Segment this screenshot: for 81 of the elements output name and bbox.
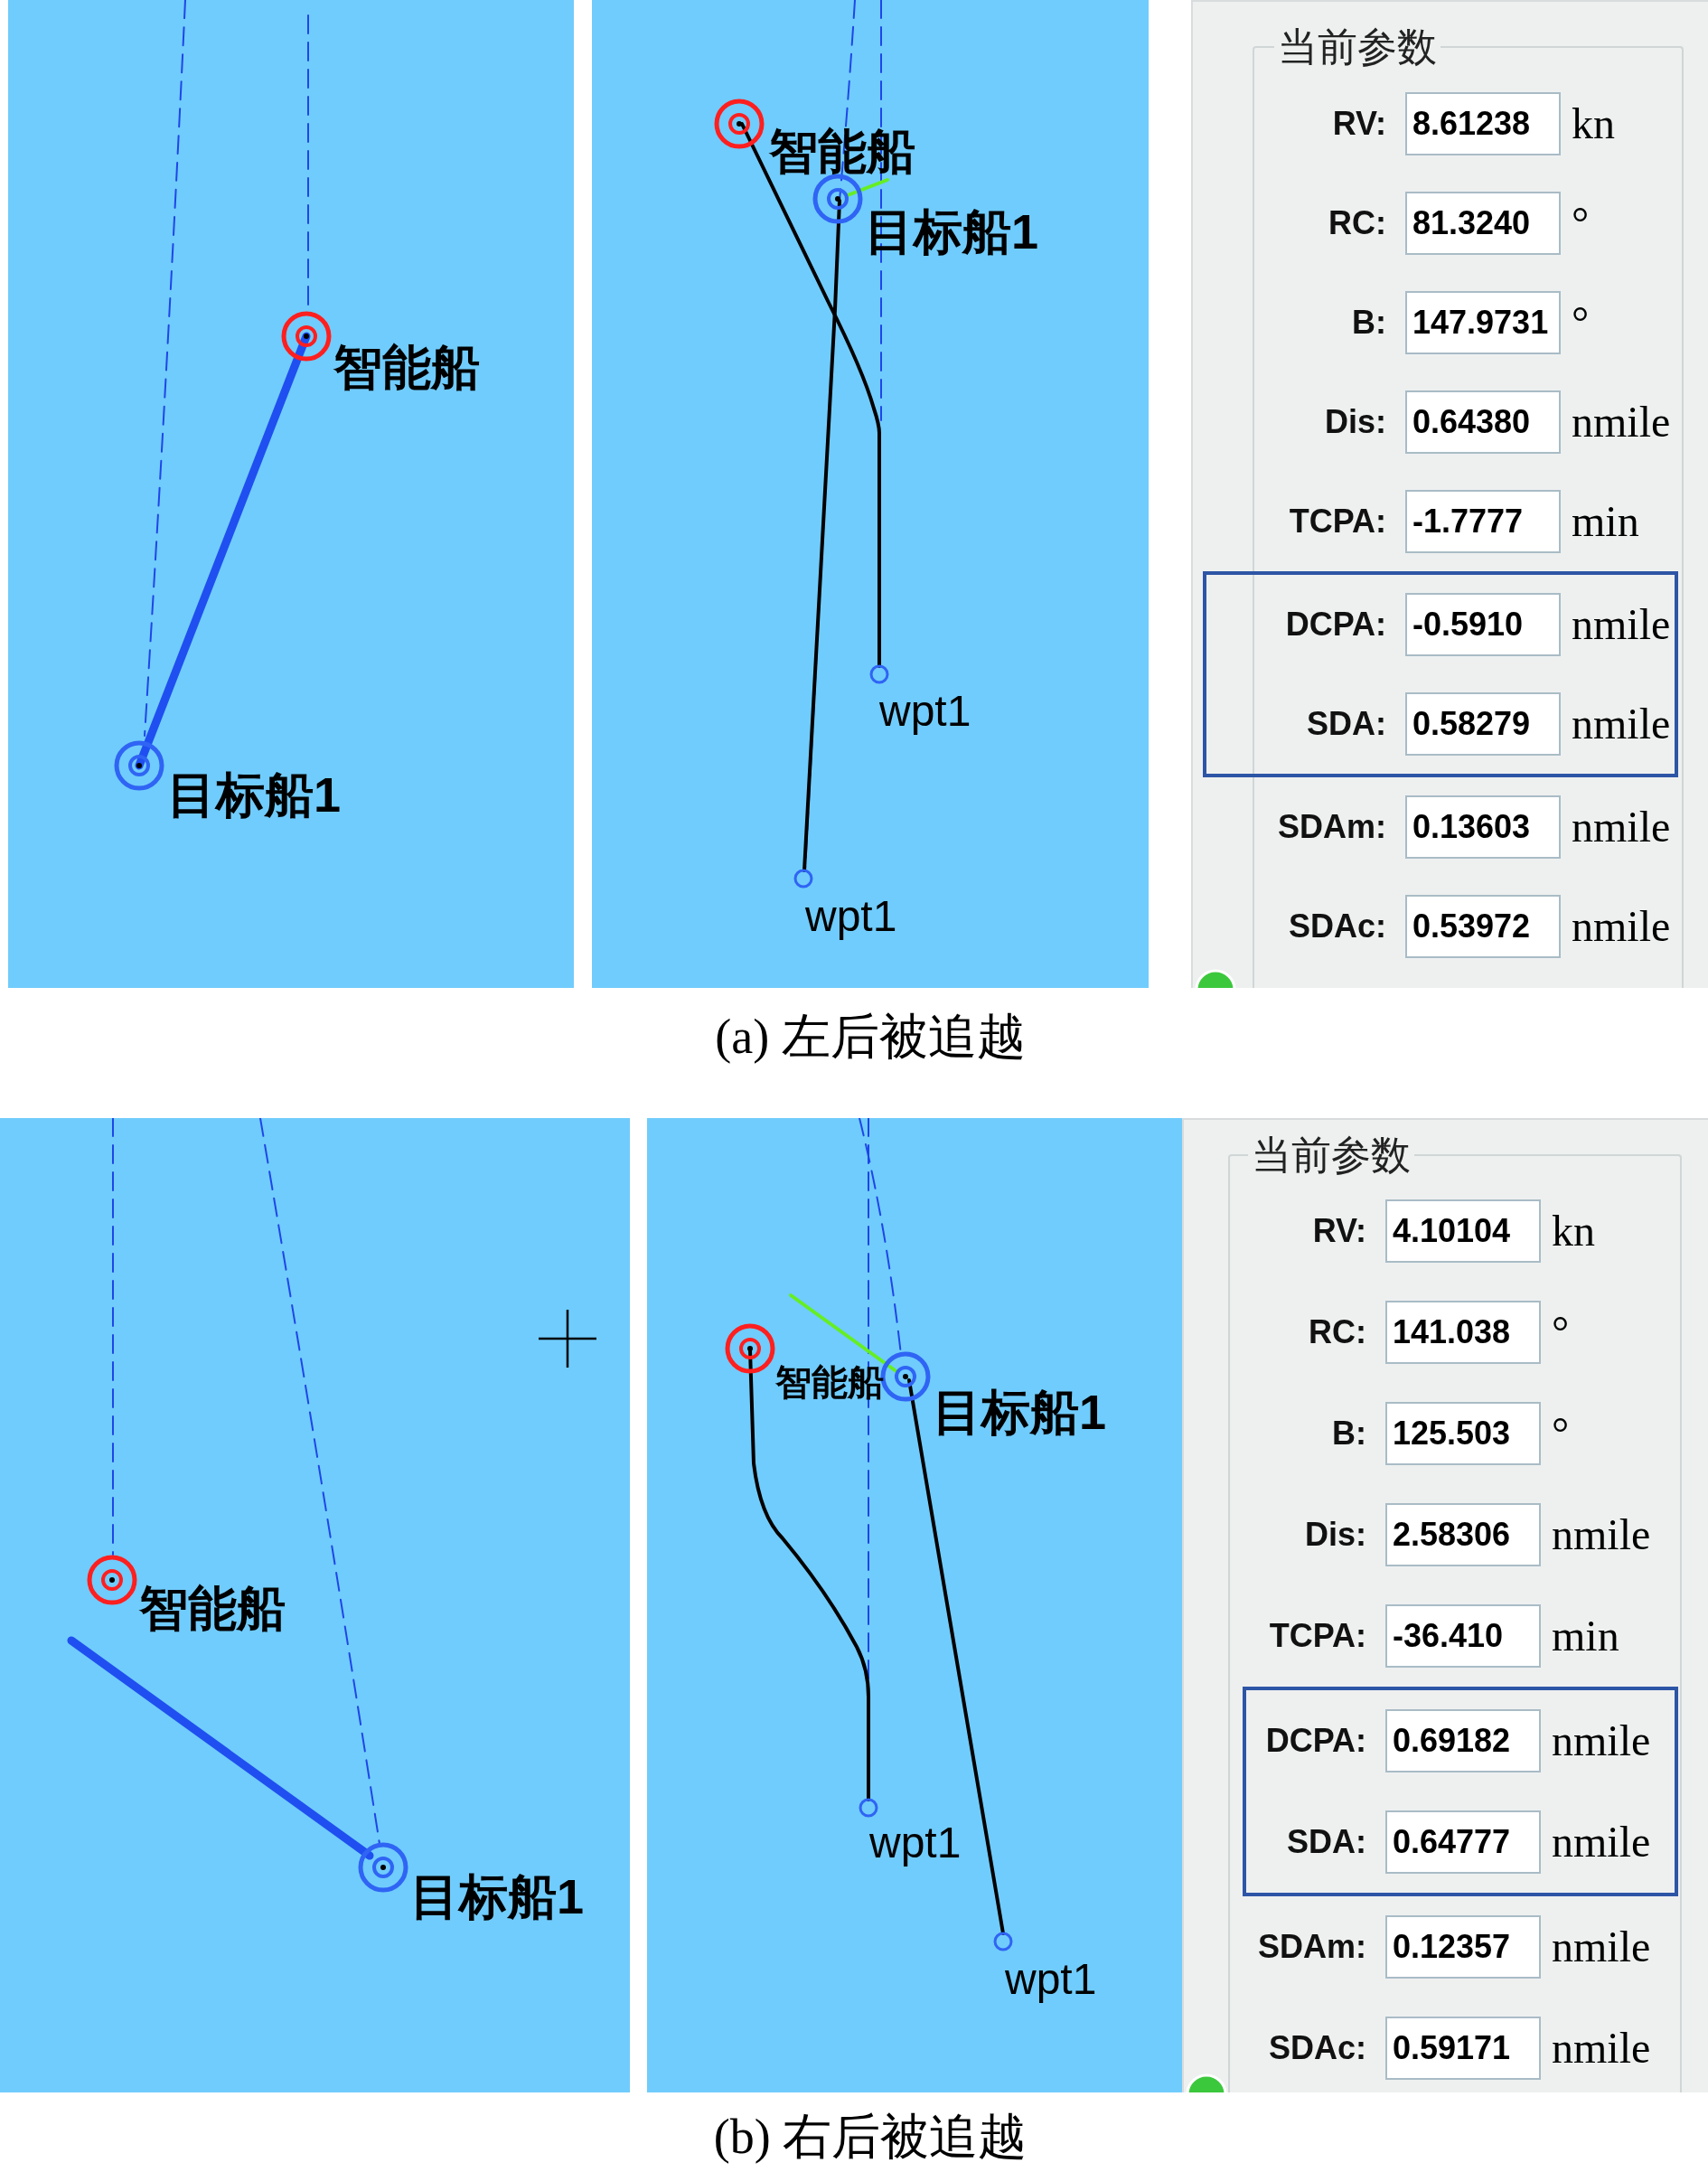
parameter-label: Dis:	[1324, 406, 1386, 438]
unit-label: nmile	[1552, 2026, 1651, 2070]
group-title: 当前参数	[1251, 1135, 1412, 1175]
parameter-label: DCPA:	[1264, 1725, 1366, 1757]
ring-marker-icon	[714, 99, 765, 149]
waypoint-label: wpt1	[805, 895, 897, 938]
crosshair-icon	[539, 1310, 596, 1368]
parameter-label: SDAc:	[1267, 2032, 1366, 2064]
value-field[interactable]: 2.58306	[1385, 1503, 1541, 1566]
unit-label: min	[1552, 1614, 1619, 1658]
ring-marker-icon	[87, 1555, 137, 1605]
parameter-label: B:	[1351, 306, 1386, 339]
ship-label: 目标船1	[933, 1387, 1107, 1436]
value-field[interactable]: 0.69182	[1385, 1709, 1541, 1772]
ring-marker-icon	[358, 1842, 408, 1893]
unit-label: °	[1552, 1311, 1570, 1354]
unit-label: nmile	[1572, 702, 1671, 746]
unit-label: °	[1572, 301, 1590, 344]
parameter-label: RC:	[1308, 1316, 1366, 1349]
value-field[interactable]: -36.410	[1385, 1604, 1541, 1668]
waypoint-circle-icon	[993, 1932, 1013, 1951]
waypoint-label: wpt1	[869, 1821, 962, 1865]
parameter-label: RV:	[1331, 108, 1386, 140]
value-field[interactable]: 0.64380	[1405, 390, 1561, 454]
parameter-label: SDA:	[1306, 708, 1386, 740]
value-field[interactable]: 0.59171	[1385, 2017, 1541, 2080]
unit-label: °	[1572, 202, 1590, 245]
parameter-label: B:	[1331, 1417, 1366, 1450]
waypoint-label: wpt1	[1005, 1958, 1097, 2001]
parameter-label: DCPA:	[1284, 608, 1386, 641]
parameter-label: SDAm:	[1257, 1931, 1366, 1963]
ship-label: 智能船	[769, 127, 915, 175]
waypoint-circle-icon	[869, 664, 889, 684]
value-field[interactable]: 0.53972	[1405, 895, 1561, 958]
value-field[interactable]: 125.503	[1385, 1402, 1541, 1465]
value-field[interactable]: 147.9731	[1405, 291, 1561, 354]
unit-label: kn	[1572, 102, 1615, 146]
parameter-label: SDAm:	[1277, 811, 1386, 843]
value-field[interactable]: 141.038	[1385, 1301, 1541, 1364]
unit-label: min	[1572, 500, 1639, 543]
value-field[interactable]: 0.12357	[1385, 1915, 1541, 1979]
waypoint-circle-icon	[859, 1798, 878, 1818]
ship-label: 目标船1	[410, 1872, 585, 1921]
ring-marker-icon	[281, 311, 332, 362]
ring-marker-icon	[812, 174, 863, 224]
ship-label: 智能船	[139, 1584, 286, 1632]
value-field[interactable]: 81.3240	[1405, 192, 1561, 255]
value-field[interactable]: 4.10104	[1385, 1199, 1541, 1263]
parameter-label: TCPA:	[1288, 505, 1386, 538]
ship-label: 目标船1	[865, 207, 1039, 256]
unit-label: nmile	[1572, 400, 1671, 444]
unit-label: nmile	[1572, 603, 1671, 646]
parameter-label: RC:	[1328, 207, 1386, 240]
parameter-label: SDA:	[1286, 1826, 1366, 1858]
ring-marker-icon	[114, 740, 164, 791]
unit-label: °	[1552, 1412, 1570, 1455]
value-field[interactable]: 0.64777	[1385, 1810, 1541, 1874]
unit-label: nmile	[1572, 805, 1671, 849]
group-title: 当前参数	[1277, 27, 1438, 67]
value-field[interactable]: 0.58279	[1405, 692, 1561, 756]
value-field[interactable]: -1.7777	[1405, 490, 1561, 553]
unit-label: nmile	[1552, 1719, 1651, 1763]
unit-label: nmile	[1572, 905, 1671, 948]
value-field[interactable]: -0.5910	[1405, 593, 1561, 656]
value-field[interactable]: 8.61238	[1405, 92, 1561, 155]
waypoint-label: wpt1	[879, 690, 971, 733]
unit-label: nmile	[1552, 1513, 1651, 1556]
ship-label: 智能船	[333, 343, 480, 391]
unit-label: nmile	[1552, 1820, 1651, 1864]
ship-label: 目标船1	[167, 770, 342, 819]
ship-label: 智能船	[775, 1364, 884, 1400]
heading-line	[846, 178, 889, 197]
parameter-label: SDAc:	[1287, 910, 1386, 943]
parameter-label: RV:	[1311, 1215, 1366, 1247]
ring-marker-icon	[725, 1323, 775, 1374]
parameter-label: Dis:	[1304, 1519, 1366, 1551]
parameter-label: TCPA:	[1268, 1620, 1366, 1652]
waypoint-circle-icon	[793, 869, 813, 889]
unit-label: kn	[1552, 1209, 1595, 1253]
unit-label: nmile	[1552, 1925, 1651, 1969]
value-field[interactable]: 0.13603	[1405, 795, 1561, 859]
